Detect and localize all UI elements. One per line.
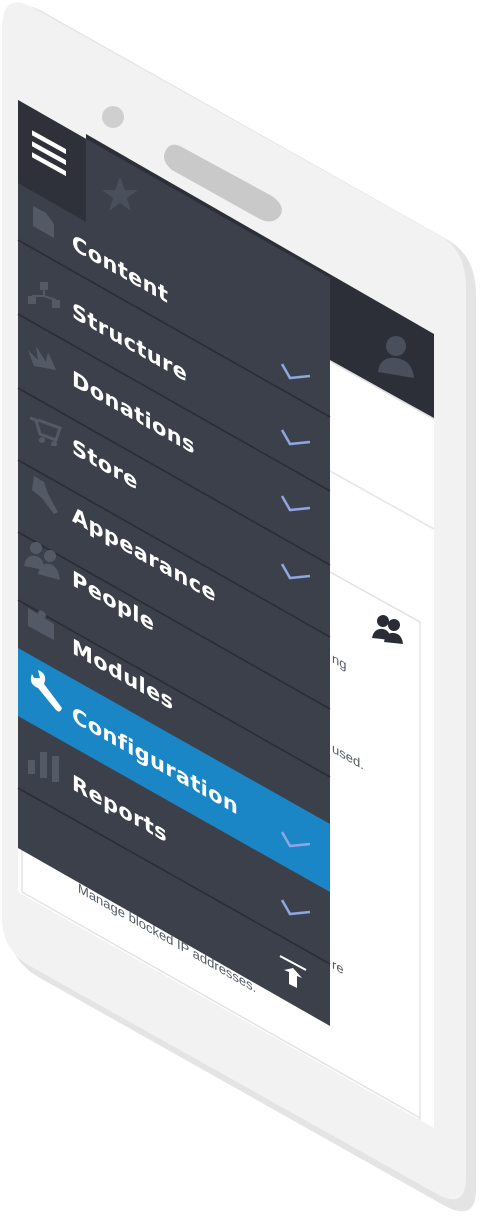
brush-icon (32, 476, 58, 514)
collapse-arrow-icon[interactable] (276, 952, 310, 996)
chevron-down-icon[interactable] (280, 896, 314, 920)
people-group-icon (372, 615, 403, 644)
phone-mockup: Content Structure Donations Store Appear… (0, 0, 489, 1223)
wrench-icon (30, 670, 62, 712)
star-icon[interactable] (100, 175, 140, 215)
document-icon (33, 206, 54, 238)
chevron-down-icon[interactable] (280, 360, 314, 384)
sitemap-icon (28, 282, 60, 308)
hamburger-menu-icon[interactable] (28, 128, 72, 184)
people-icon (24, 542, 60, 580)
chevron-down-icon[interactable] (280, 828, 314, 852)
puzzle-icon (28, 608, 54, 640)
chevron-down-icon[interactable] (280, 492, 314, 516)
chevron-down-icon[interactable] (280, 426, 314, 450)
user-icon[interactable] (376, 332, 416, 380)
chevron-down-icon[interactable] (280, 560, 314, 584)
bar-chart-icon (28, 752, 59, 782)
donation-icon (28, 346, 56, 370)
phone-body (2, 2, 476, 1212)
cart-icon (29, 416, 62, 446)
